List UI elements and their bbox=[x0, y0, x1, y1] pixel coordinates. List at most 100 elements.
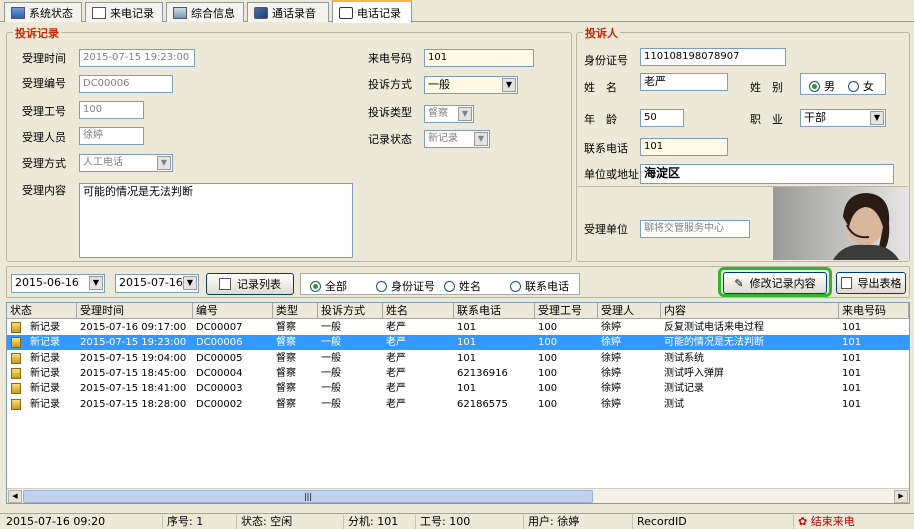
column-header[interactable]: 姓名 bbox=[383, 303, 454, 319]
status-user: 用户: 徐婷 bbox=[523, 515, 579, 529]
unit-field[interactable]: 聊将交管服务中心 bbox=[640, 220, 750, 238]
column-header[interactable]: 编号 bbox=[193, 303, 273, 319]
phone-field[interactable]: 101 bbox=[640, 138, 728, 156]
chevron-down-icon[interactable]: ▼ bbox=[183, 276, 197, 290]
worker-id-label: 受理工号 bbox=[22, 105, 66, 118]
table-cell: 督察 bbox=[276, 352, 296, 364]
table-cell: 62136916 bbox=[457, 367, 508, 379]
record-list-button[interactable]: 记录列表 bbox=[206, 273, 294, 295]
content-textarea[interactable]: 可能的情况是无法判断 bbox=[79, 183, 353, 258]
status-ext: 分机: 101 bbox=[343, 515, 398, 529]
name-field[interactable]: 老严 bbox=[640, 73, 728, 91]
column-header[interactable]: 内容 bbox=[661, 303, 839, 319]
complainant-title: 投诉人 bbox=[583, 25, 620, 41]
scroll-right-icon[interactable]: ▶ bbox=[894, 490, 908, 503]
worker-label: 受理人员 bbox=[22, 131, 66, 144]
date-from-picker[interactable]: 2015-06-16 ▼ bbox=[11, 274, 105, 293]
table-cell: 一般 bbox=[321, 322, 341, 333]
worker-id-field[interactable]: 100 bbox=[79, 101, 144, 119]
id-field[interactable]: 110108198078907 bbox=[640, 48, 786, 66]
table-cell: DC00006 bbox=[196, 337, 243, 349]
tab-phone-record[interactable]: 电话记录 bbox=[332, 0, 412, 23]
table-row[interactable]: 新记录 2015-07-15 19:04:00 DC00005 督察 一般 老严 101 10… bbox=[7, 351, 909, 366]
chevron-down-icon[interactable]: ▼ bbox=[458, 107, 472, 121]
date-to-picker[interactable]: 2015-07-16 ▼ bbox=[115, 274, 199, 293]
table-row[interactable]: 新记录 2015-07-15 18:45:00 DC00004 督察 一般 老严 62136… bbox=[7, 366, 909, 381]
table-cell: 100 bbox=[538, 398, 558, 410]
record-grid: 状态 受理时间 编号 类型 投诉方式 姓名 联系电话 受理工号 受理人 内容 来电号码 新记录 201… bbox=[6, 302, 910, 504]
phone-record-icon bbox=[339, 6, 353, 19]
table-cell: 100 bbox=[538, 337, 558, 349]
filter-all-radio[interactable]: 全部 bbox=[310, 278, 347, 294]
table-cell: 老严 bbox=[386, 322, 406, 333]
tab-info[interactable]: 综合信息 bbox=[166, 2, 244, 22]
export-button[interactable]: 导出表格 bbox=[836, 272, 906, 294]
column-header[interactable]: 受理工号 bbox=[535, 303, 598, 319]
tab-system-status[interactable]: 系统状态 bbox=[4, 2, 82, 22]
table-row[interactable]: 新记录 2015-07-15 19:23:00 DC00006 督察 一般 老严 101 10… bbox=[7, 335, 909, 351]
chevron-down-icon[interactable]: ▼ bbox=[89, 276, 103, 290]
record-status-select[interactable]: 新记录 ▼ bbox=[424, 130, 490, 148]
table-cell: 100 bbox=[538, 367, 558, 379]
table-cell: 101 bbox=[457, 337, 477, 349]
job-label: 职 业 bbox=[750, 113, 783, 126]
table-cell: 督察 bbox=[276, 322, 296, 333]
table-row[interactable]: 新记录 2015-07-16 09:17:00 DC00007 督察 一般 老严 101 10… bbox=[7, 320, 909, 335]
column-header[interactable]: 受理时间 bbox=[77, 303, 193, 319]
column-header[interactable]: 来电号码 bbox=[839, 303, 909, 319]
table-cell: 2015-07-15 18:45:00 bbox=[80, 367, 187, 379]
gender-male-radio[interactable]: 男 bbox=[809, 78, 835, 94]
column-header[interactable]: 类型 bbox=[273, 303, 318, 319]
receive-no-field[interactable]: DC00006 bbox=[79, 75, 173, 93]
address-field[interactable]: 海淀区 bbox=[640, 164, 894, 184]
caller-no-label: 来电号码 bbox=[368, 52, 412, 65]
table-cell: 测试呼入弹屏 bbox=[664, 367, 724, 379]
table-cell: 2015-07-15 19:23:00 bbox=[80, 337, 187, 349]
age-field[interactable]: 50 bbox=[640, 109, 684, 127]
filter-phone-radio[interactable]: 联系电话 bbox=[510, 278, 569, 294]
column-header[interactable]: 受理人 bbox=[598, 303, 661, 319]
radio-selected-icon bbox=[809, 80, 820, 92]
table-row[interactable]: 新记录 2015-07-15 18:41:00 DC00003 督察 一般 老严 101 10… bbox=[7, 381, 909, 396]
receive-time-label: 受理时间 bbox=[22, 52, 66, 65]
receive-time-field[interactable]: 2015-07-15 19:23:00 bbox=[79, 49, 195, 67]
table-cell: 反复测试电话来电过程 bbox=[664, 322, 764, 333]
table-row[interactable]: 新记录 2015-07-15 18:28:00 DC00002 督察 一般 老严 62186… bbox=[7, 397, 909, 412]
column-header[interactable]: 投诉方式 bbox=[318, 303, 383, 319]
gender-label: 姓 别 bbox=[750, 81, 783, 94]
modify-record-button[interactable]: ✎ 修改记录内容 bbox=[723, 272, 827, 294]
table-cell: 新记录 bbox=[30, 352, 60, 364]
tab-call-log[interactable]: 来电记录 bbox=[85, 2, 163, 22]
worker-field[interactable]: 徐婷 bbox=[79, 127, 144, 145]
chevron-down-icon[interactable]: ▼ bbox=[157, 156, 171, 170]
filter-name-radio[interactable]: 姓名 bbox=[444, 278, 481, 294]
end-call-button[interactable]: ✿ 结束来电 bbox=[793, 515, 855, 529]
chevron-down-icon[interactable]: ▼ bbox=[870, 111, 884, 125]
chevron-down-icon[interactable]: ▼ bbox=[474, 132, 488, 146]
job-select[interactable]: 干部 ▼ bbox=[800, 109, 886, 127]
method-select[interactable]: 人工电话 ▼ bbox=[79, 154, 173, 172]
tab-recording[interactable]: 通话录音 bbox=[247, 2, 329, 22]
status-bar: 2015-07-16 09:20 序号: 1 状态: 空闲 分机: 101 工号… bbox=[0, 513, 914, 529]
caller-no-field[interactable]: 101 bbox=[424, 49, 534, 67]
horizontal-scrollbar[interactable]: ◀ ||| ▶ bbox=[7, 488, 909, 503]
gender-female-radio[interactable]: 女 bbox=[848, 78, 874, 94]
record-icon bbox=[11, 322, 21, 333]
chevron-down-icon[interactable]: ▼ bbox=[502, 78, 516, 92]
radio-empty-icon bbox=[376, 280, 387, 292]
column-header[interactable]: 联系电话 bbox=[454, 303, 535, 319]
scroll-thumb[interactable]: ||| bbox=[23, 490, 593, 503]
table-cell: 新记录 bbox=[30, 322, 60, 333]
scroll-left-icon[interactable]: ◀ bbox=[8, 490, 22, 503]
filter-id-radio[interactable]: 身份证号 bbox=[376, 278, 435, 294]
method-label: 受理方式 bbox=[22, 157, 66, 170]
table-cell: 2015-07-15 18:28:00 bbox=[80, 398, 187, 410]
table-cell: 老严 bbox=[386, 352, 406, 364]
type-select[interactable]: 一般 ▼ bbox=[424, 76, 518, 94]
operator-photo bbox=[773, 187, 909, 260]
call-log-icon bbox=[92, 6, 106, 19]
end-call-icon: ✿ bbox=[798, 515, 808, 528]
column-header[interactable]: 状态 bbox=[7, 303, 77, 319]
category-select[interactable]: 督察 ▼ bbox=[424, 105, 474, 123]
table-cell: 徐婷 bbox=[601, 398, 621, 410]
